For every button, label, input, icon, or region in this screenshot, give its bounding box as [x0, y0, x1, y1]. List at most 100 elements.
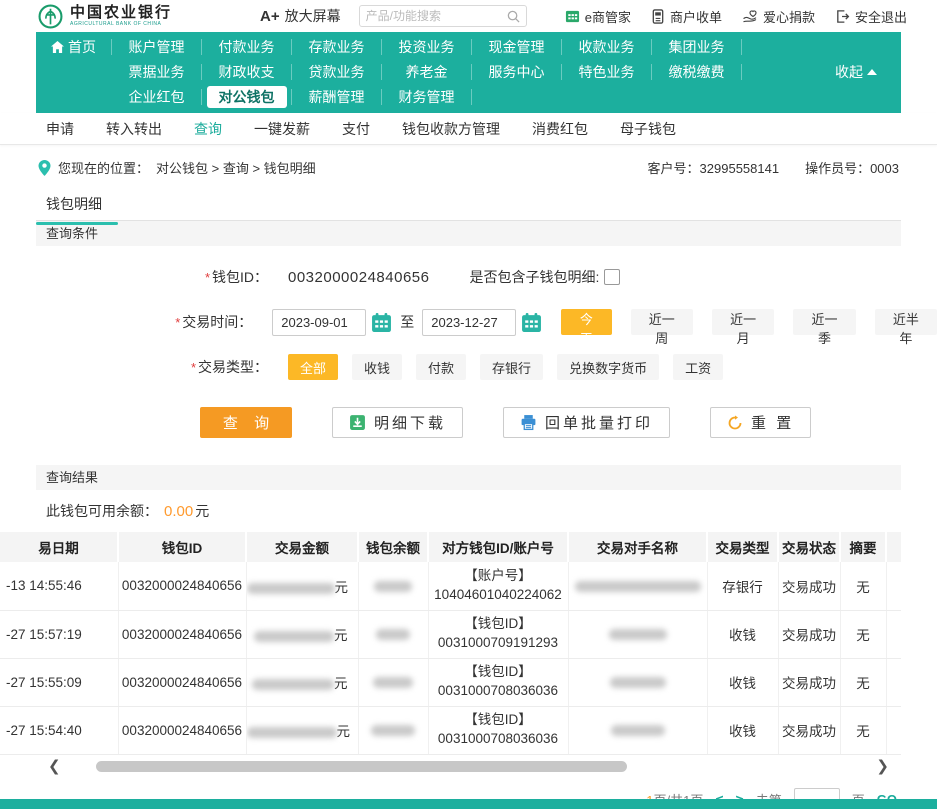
nav-item-pension[interactable]: 养老金 — [382, 64, 472, 80]
type-pay-button[interactable]: 付款 — [416, 354, 466, 380]
nav-item-corporate-wallet[interactable]: 对公钱包 — [202, 89, 292, 105]
type-salary-button[interactable]: 工资 — [673, 354, 723, 380]
type-receive-button[interactable]: 收钱 — [352, 354, 402, 380]
balance-unit: 元 — [195, 501, 209, 521]
printer-icon — [520, 414, 537, 431]
nav-item-cash[interactable]: 现金管理 — [472, 39, 562, 55]
download-icon — [349, 414, 366, 431]
link-merchant-pos[interactable]: 商户收单 — [651, 7, 722, 26]
cell-status: 交易成功 — [778, 610, 840, 658]
nav-home[interactable]: 首页 — [36, 39, 112, 55]
range-month-button[interactable]: 近一月 — [712, 309, 774, 335]
type-deposit-button[interactable]: 存银行 — [480, 354, 543, 380]
nav-item-fiscal[interactable]: 财政收支 — [202, 64, 292, 80]
scroll-right-icon[interactable]: ❯ — [876, 759, 889, 774]
product-search[interactable] — [359, 5, 527, 27]
redacted-balance — [373, 677, 413, 688]
date-from-input[interactable] — [272, 309, 366, 336]
enlarge-screen-button[interactable]: A+ 放大屏幕 — [260, 6, 341, 26]
subnav-payee-mgmt[interactable]: 钱包收款方管理 — [402, 119, 500, 139]
col-counterparty-name: 交易对手名称 — [568, 532, 707, 562]
nav-item-deposits[interactable]: 存款业务 — [292, 39, 382, 55]
reset-button[interactable]: 重 置 — [710, 407, 811, 438]
subnav-sub-wallet[interactable]: 母子钱包 — [620, 119, 676, 139]
logout-label: 安全退出 — [855, 7, 907, 26]
subnav-query[interactable]: 查询 — [194, 119, 222, 139]
type-exchange-button[interactable]: 兑换数字货币 — [557, 354, 659, 380]
link-e-store[interactable]: e商管家 — [565, 7, 631, 26]
cell-counterparty-name — [568, 610, 707, 658]
col-trade-date: 易日期 — [0, 532, 118, 562]
estore-label: e商管家 — [585, 7, 631, 26]
redacted-balance — [374, 581, 412, 592]
scrollbar-thumb[interactable] — [96, 761, 627, 772]
date-to-input[interactable] — [422, 309, 516, 336]
nav-item-accounts[interactable]: 账户管理 — [112, 39, 202, 55]
nav-item-collections[interactable]: 收款业务 — [562, 39, 652, 55]
range-halfyear-button[interactable]: 近半年 — [875, 309, 937, 335]
home-icon — [51, 41, 64, 53]
search-input[interactable] — [366, 9, 507, 23]
download-detail-button[interactable]: 明细下载 — [332, 407, 463, 438]
zoom-a-label: A+ — [260, 8, 280, 25]
chevron-up-icon — [867, 69, 877, 75]
include-subwallet-checkbox[interactable] — [604, 269, 620, 285]
link-safe-logout[interactable]: 安全退出 — [835, 7, 907, 26]
table-row: -13 14:55:46 0032000024840656 元 【账户号】104… — [0, 562, 901, 610]
nav-item-special[interactable]: 特色业务 — [562, 64, 652, 80]
col-wallet-id: 钱包ID — [118, 532, 246, 562]
subnav-consume-redpacket[interactable]: 消费红包 — [532, 119, 588, 139]
range-today-button[interactable]: 今天 — [561, 309, 611, 335]
scrollbar-track[interactable] — [73, 761, 865, 772]
required-asterisk: * — [205, 270, 210, 285]
donate-label: 爱心捐款 — [763, 7, 815, 26]
nav-item-finance[interactable]: 财务管理 — [382, 89, 472, 105]
cell-date: -27 15:54:40 — [0, 706, 118, 754]
nav-item-tax[interactable]: 缴税缴费 — [652, 64, 742, 80]
date-from-calendar-button[interactable] — [371, 312, 392, 333]
scroll-left-icon[interactable]: ❮ — [48, 759, 61, 774]
type-all-button[interactable]: 全部 — [288, 354, 338, 380]
breadcrumb-path: 对公钱包 > 查询 > 钱包明细 — [156, 158, 316, 177]
cell-summary: 无 — [840, 706, 886, 754]
link-donation[interactable]: 爱心捐款 — [742, 7, 815, 26]
nav-item-bills[interactable]: 票据业务 — [112, 64, 202, 80]
subnav-pay[interactable]: 支付 — [342, 119, 370, 139]
horizontal-scrollbar: ❮ ❯ — [48, 759, 889, 774]
batch-print-receipt-button[interactable]: 回单批量打印 — [503, 407, 670, 438]
subnav-transfer[interactable]: 转入转出 — [106, 119, 162, 139]
main-nav: 首页 账户管理 付款业务 存款业务 投资业务 现金管理 收款业务 集团业务 票据… — [36, 32, 901, 113]
subnav-apply[interactable]: 申请 — [46, 119, 74, 139]
search-icon[interactable] — [507, 10, 520, 23]
cell-extra — [886, 610, 901, 658]
wallet-id-value: 0032000024840656 — [288, 269, 429, 286]
redacted-amount — [247, 583, 335, 594]
subnav-batch-payroll[interactable]: 一键发薪 — [254, 119, 310, 139]
nav-item-payroll[interactable]: 薪酬管理 — [292, 89, 382, 105]
balance-value: 0.00 — [164, 503, 193, 520]
date-to-calendar-button[interactable] — [521, 312, 542, 333]
calendar-icon — [371, 312, 392, 333]
search-button[interactable]: 查 询 — [200, 407, 292, 438]
sub-nav: 申请 转入转出 查询 一键发薪 支付 钱包收款方管理 消费红包 母子钱包 — [0, 113, 937, 145]
nav-item-investment[interactable]: 投资业务 — [382, 39, 472, 55]
wallet-id-label: *钱包ID： — [36, 267, 268, 287]
col-counterparty-id: 对方钱包ID/账户号 — [428, 532, 568, 562]
cell-counterparty: 【账户号】10404601040224062 — [428, 562, 568, 610]
nav-item-loans[interactable]: 贷款业务 — [292, 64, 382, 80]
col-amount: 交易金额 — [246, 532, 358, 562]
cell-type: 收钱 — [707, 706, 778, 754]
nav-item-service[interactable]: 服务中心 — [472, 64, 562, 80]
nav-collapse-button[interactable]: 收起 — [835, 62, 891, 82]
balance-row: 此钱包可用余额： 0.00 元 — [36, 490, 901, 532]
col-status: 交易状态 — [778, 532, 840, 562]
nav-item-group[interactable]: 集团业务 — [652, 39, 742, 55]
range-quarter-button[interactable]: 近一季 — [793, 309, 855, 335]
tab-wallet-detail[interactable]: 钱包明细 — [36, 187, 118, 223]
nav-item-payments[interactable]: 付款业务 — [202, 39, 292, 55]
nav-item-redpacket[interactable]: 企业红包 — [112, 89, 202, 105]
redacted-amount — [252, 679, 334, 690]
range-week-button[interactable]: 近一周 — [631, 309, 693, 335]
col-summary: 摘要 — [840, 532, 886, 562]
col-balance: 钱包余额 — [358, 532, 428, 562]
